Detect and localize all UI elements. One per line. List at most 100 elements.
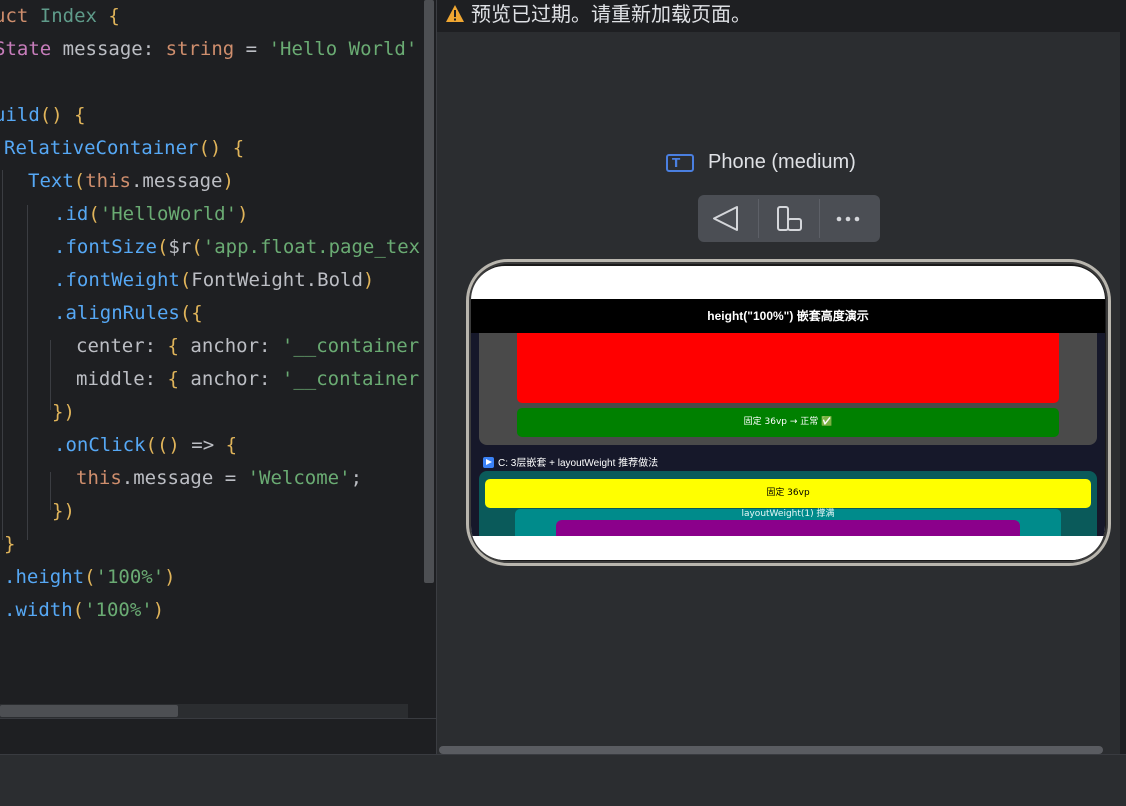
- code-line[interactable]: .fontWeight(FontWeight.Bold): [54, 268, 374, 292]
- code-token: anchor:: [190, 368, 282, 390]
- section-c-label: C: 3层嵌套 + layoutWeight 推荐做法: [498, 458, 659, 469]
- rotate-button[interactable]: [759, 195, 819, 242]
- code-token: (: [179, 269, 192, 291]
- code-token: ;: [350, 467, 363, 489]
- code-line[interactable]: .height('100%'): [4, 565, 176, 589]
- code-token: .height: [4, 566, 85, 588]
- code-token: (: [88, 203, 100, 225]
- code-token: '100%': [95, 566, 165, 588]
- code-token: ): [237, 203, 249, 225]
- code-line[interactable]: uild() {: [0, 103, 86, 127]
- code-line[interactable]: RelativeContainer() {: [4, 136, 244, 160]
- screen-bottom: [471, 536, 1105, 560]
- panel-edge: [1120, 0, 1126, 754]
- code-token: FontWeight.Bold: [191, 269, 363, 291]
- code-token: '__container: [281, 368, 420, 390]
- code-line[interactable]: middle: { anchor: '__container: [76, 367, 419, 391]
- code-line[interactable]: .alignRules({: [54, 301, 203, 325]
- code-line[interactable]: }): [52, 499, 75, 523]
- code-line[interactable]: Text(this.message): [28, 169, 234, 193]
- code-token: =>: [191, 434, 226, 456]
- code-line[interactable]: .fontSize($r('app.float.page_tex: [54, 235, 420, 259]
- back-triangle-icon: [713, 206, 738, 231]
- red-block: [517, 333, 1059, 403]
- code-token: .fontSize: [54, 236, 157, 258]
- code-token: =: [245, 38, 269, 60]
- code-token: .message =: [121, 467, 248, 489]
- code-token: RelativeContainer: [4, 137, 199, 159]
- code-token: (: [84, 566, 96, 588]
- more-icon: [836, 216, 860, 222]
- code-line[interactable]: }: [4, 532, 15, 556]
- code-token: message:: [62, 38, 166, 60]
- code-token: .width: [4, 599, 73, 621]
- code-token: .message: [130, 170, 223, 192]
- code-line[interactable]: .onClick(() => {: [54, 433, 237, 457]
- code-token: (: [156, 236, 169, 258]
- code-token: $r: [168, 236, 192, 258]
- code-token: center:: [76, 335, 168, 357]
- code-token: middle:: [76, 368, 168, 390]
- code-token: .alignRules: [54, 302, 180, 324]
- status-bar: [0, 754, 1126, 806]
- code-line[interactable]: }): [52, 400, 75, 424]
- back-button[interactable]: [698, 195, 758, 242]
- code-token: ): [222, 170, 234, 192]
- code-token: }): [52, 500, 75, 522]
- code-token: 'HelloWorld': [99, 203, 238, 225]
- code-token: '__container: [281, 335, 420, 357]
- code-token: .id: [54, 203, 89, 225]
- code-token: (: [191, 236, 203, 258]
- code-token: ): [152, 599, 165, 621]
- app-body: 固定 36vp → 正常 ✅ C: 3层嵌套 + layoutWeight 推荐…: [471, 333, 1105, 550]
- code-token: ({: [179, 302, 203, 324]
- editor-bottom-area: [0, 718, 436, 755]
- code-token: ((): [145, 434, 192, 456]
- app-title: height("100%") 嵌套高度演示: [471, 299, 1105, 333]
- code-token: Text: [28, 170, 74, 192]
- code-token: 'app.float.page_tex: [202, 236, 421, 258]
- indent-guide: [50, 340, 51, 410]
- code-line[interactable]: State message: string = 'Hello World': [0, 37, 417, 61]
- indent-guide: [50, 472, 51, 510]
- phone-screen[interactable]: height("100%") 嵌套高度演示 固定 36vp → 正常 ✅ C: …: [471, 266, 1105, 560]
- expired-banner: 预览已过期。请重新加载页面。: [437, 0, 1123, 32]
- code-token: Index: [39, 5, 109, 27]
- code-token: {: [167, 335, 191, 357]
- code-token: '100%': [84, 599, 153, 621]
- code-token: () {: [198, 137, 245, 159]
- banner-text: 预览已过期。请重新加载页面。: [471, 2, 751, 26]
- code-editor[interactable]: uct Index { State message: string = 'Hell…: [0, 0, 436, 718]
- code-line[interactable]: .id('HelloWorld'): [54, 202, 249, 226]
- code-token: .fontWeight: [54, 269, 180, 291]
- code-token: {: [225, 434, 238, 456]
- code-line[interactable]: uct Index {: [0, 4, 120, 28]
- code-token: }): [52, 401, 75, 423]
- fixed-yellow-block: 固定 36vp: [485, 479, 1091, 508]
- code-token: () {: [39, 104, 86, 126]
- indent-guide: [2, 170, 3, 540]
- indent-guide: [27, 205, 28, 540]
- code-token: {: [108, 5, 120, 27]
- code-line[interactable]: center: { anchor: '__container: [76, 334, 419, 358]
- code-token: {: [167, 368, 191, 390]
- editor-horizontal-scrollbar[interactable]: [0, 705, 178, 717]
- device-type-icon: T: [666, 154, 694, 172]
- preview-horizontal-scrollbar[interactable]: [439, 746, 1103, 754]
- demo-c-container: 固定 36vp layoutWeight(1) 撑满: [479, 471, 1097, 550]
- code-token: (: [73, 170, 86, 192]
- code-lines[interactable]: uct Index { State message: string = 'Hell…: [0, 0, 436, 718]
- more-button[interactable]: [820, 195, 880, 242]
- editor-vertical-scrollbar[interactable]: [424, 0, 434, 583]
- device-icon-letter: T: [672, 156, 681, 170]
- code-line[interactable]: .width('100%'): [4, 598, 164, 622]
- code-token: 'Hello World': [268, 38, 418, 60]
- code-line[interactable]: this.message = 'Welcome';: [76, 466, 362, 490]
- code-token: }: [4, 533, 16, 555]
- code-token: anchor:: [190, 335, 282, 357]
- warning-icon: [446, 5, 464, 22]
- code-token: this: [76, 467, 122, 489]
- layout-weight-label: layoutWeight(1) 撑满: [741, 509, 835, 519]
- play-icon: [483, 457, 494, 468]
- code-token: ): [362, 269, 375, 291]
